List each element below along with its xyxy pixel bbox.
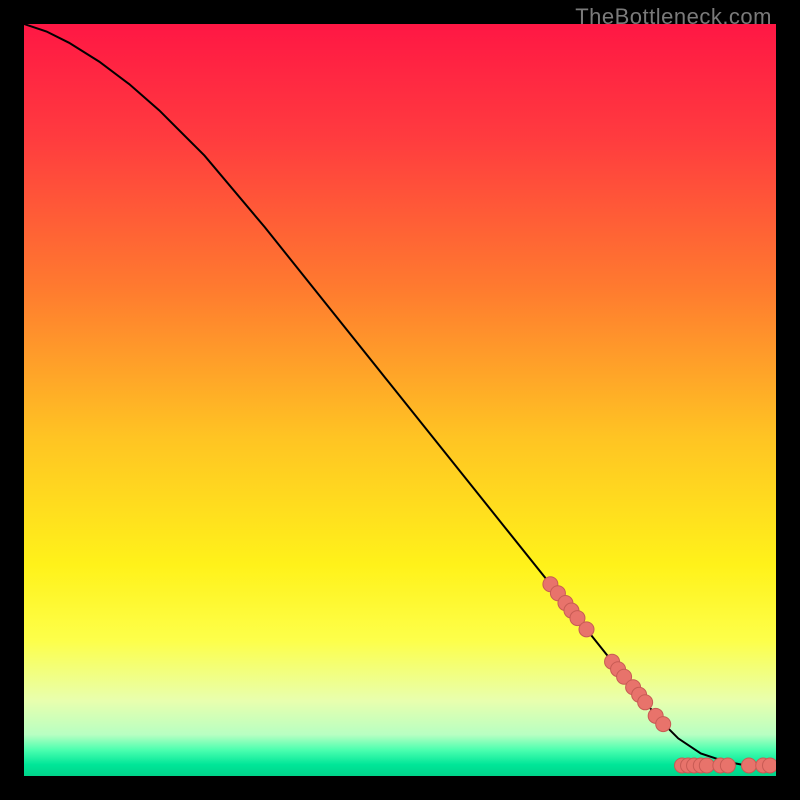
chart-frame: TheBottleneck.com [0, 0, 800, 800]
data-marker [762, 758, 776, 773]
data-marker [656, 717, 671, 732]
data-marker [699, 758, 714, 773]
data-marker [638, 695, 653, 710]
plot-area [24, 24, 776, 776]
data-marker [579, 622, 594, 637]
data-marker [741, 758, 756, 773]
chart-svg [24, 24, 776, 776]
gradient-background [24, 24, 776, 776]
data-marker [720, 758, 735, 773]
